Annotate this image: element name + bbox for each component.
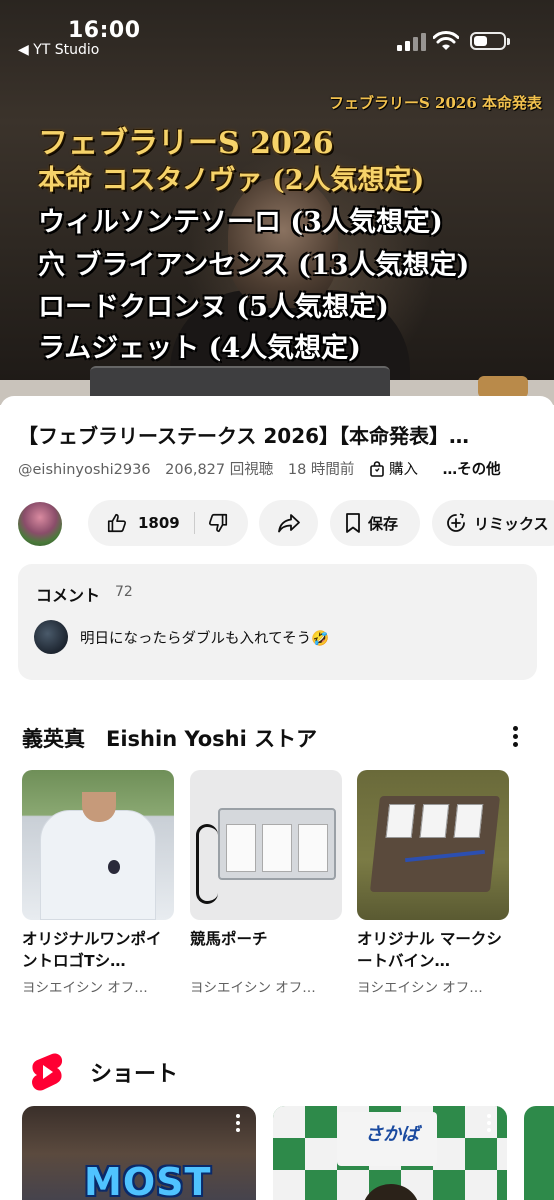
remix-icon — [447, 513, 465, 532]
product-name: 競馬ポーチ — [190, 930, 268, 948]
share-button[interactable] — [259, 500, 318, 546]
upload-age: 18 時間前 — [287, 462, 355, 478]
shorts-section-header: ショート — [30, 1052, 178, 1092]
comments-count: 72 — [115, 584, 133, 600]
like-count[interactable]: 1809 — [138, 514, 180, 532]
short-menu-icon[interactable] — [487, 1114, 493, 1134]
overlay-corner-title: フェブラリーS 2026 本命発表 — [328, 94, 542, 112]
remix-label: リミックス — [474, 514, 549, 533]
status-time: 16:00 — [68, 18, 141, 43]
channel-handle[interactable]: @eishinyoshi2936 — [18, 462, 151, 478]
product-seller: ヨシエイシン オフ… — [357, 980, 483, 996]
overlay-line-4: 穴 ブライアンセンス (13人気想定) — [38, 250, 470, 281]
commenter-avatar — [34, 620, 68, 654]
product-card[interactable]: 競馬ポーチ ヨシエイシン オフ… — [190, 770, 342, 996]
wifi-icon — [433, 31, 459, 50]
short-menu-icon[interactable] — [236, 1114, 242, 1134]
short-badge-text: さかば — [365, 1124, 419, 1145]
action-bar: 1809 保存 リミックス — [0, 498, 554, 548]
product-card[interactable]: オリジナルワンポイントロゴTシ… ヨシエイシン オフ… — [22, 770, 174, 996]
overlay-line-5: ロードクロンヌ (5人気想定) — [38, 292, 389, 323]
video-player[interactable]: フェブラリーS 2026 本命発表 フェブラリーS 2026 本命 コスタノヴァ… — [0, 0, 554, 405]
share-icon — [277, 514, 300, 533]
channel-avatar[interactable] — [18, 502, 62, 546]
bookmark-icon — [346, 513, 360, 533]
product-image — [190, 770, 342, 920]
video-meta[interactable]: @eishinyoshi2936 206,827 回視聴 18 時間前 購入 …… — [18, 458, 554, 479]
short-thumbnail[interactable]: MOST — [22, 1106, 256, 1200]
product-image — [22, 770, 174, 920]
overlay-line-1: フェブラリーS 2026 — [38, 126, 334, 161]
status-bar: 16:00 ◀ YT Studio — [0, 0, 554, 70]
save-button[interactable]: 保存 — [330, 500, 420, 546]
overlay-line-3: ウィルソンテソーロ (3人気想定) — [38, 207, 443, 238]
thumbs-down-icon[interactable] — [207, 512, 229, 534]
shopping-bag-icon — [370, 461, 384, 477]
like-dislike-pill: 1809 — [88, 500, 248, 546]
product-image — [357, 770, 509, 920]
comments-preview[interactable]: コメント 72 明日になったらダブルも入れてそう🤣 — [18, 564, 537, 680]
product-seller: ヨシエイシン オフ… — [190, 980, 316, 996]
short-badge: さかば — [337, 1112, 437, 1166]
product-card[interactable]: オリジナル マークシートバイン… ヨシエイシン オフ… — [357, 770, 509, 996]
back-to-app-link[interactable]: ◀ YT Studio — [18, 42, 99, 58]
video-title[interactable]: 【フェブラリーステークス 2026】【本命発表】… — [18, 420, 538, 449]
short-thumbnail[interactable]: さかば — [273, 1106, 507, 1200]
more-options-icon[interactable] — [504, 722, 526, 752]
shorts-logo-icon — [32, 1053, 63, 1091]
view-count: 206,827 回視聴 — [165, 462, 274, 478]
more-link[interactable]: …その他 — [443, 462, 501, 478]
overlay-line-2: 本命 コスタノヴァ (2人気想定) — [38, 165, 425, 196]
product-name: オリジナル マークシートバイン… — [357, 930, 502, 971]
shorts-heading: ショート — [90, 1062, 179, 1087]
product-name: オリジナルワンポイントロゴTシ… — [22, 930, 162, 971]
comments-heading: コメント — [36, 586, 101, 605]
purchase-label: 購入 — [389, 462, 419, 478]
purchase-link[interactable]: 購入 — [369, 461, 428, 478]
store-heading: 義英真 Eishin Yoshi ストア — [22, 727, 318, 751]
cellular-signal-icon — [397, 33, 427, 51]
top-comment-text: 明日になったらダブルも入れてそう🤣 — [80, 631, 330, 647]
short-thumbnail-text: MOST — [84, 1160, 212, 1200]
battery-icon — [470, 32, 510, 50]
thumbs-up-icon[interactable] — [106, 512, 128, 534]
remix-button[interactable]: リミックス — [432, 500, 554, 546]
overlay-line-6: ラムジェット (4人気想定) — [38, 333, 361, 364]
short-thumbnail[interactable] — [524, 1106, 554, 1200]
cup — [478, 376, 528, 398]
video-details-sheet: 【フェブラリーステークス 2026】【本命発表】… @eishinyoshi29… — [0, 396, 554, 1200]
product-seller: ヨシエイシン オフ… — [22, 980, 148, 996]
save-label: 保存 — [368, 514, 399, 533]
app-screen: フェブラリーS 2026 本命発表 フェブラリーS 2026 本命 コスタノヴァ… — [0, 0, 554, 1200]
